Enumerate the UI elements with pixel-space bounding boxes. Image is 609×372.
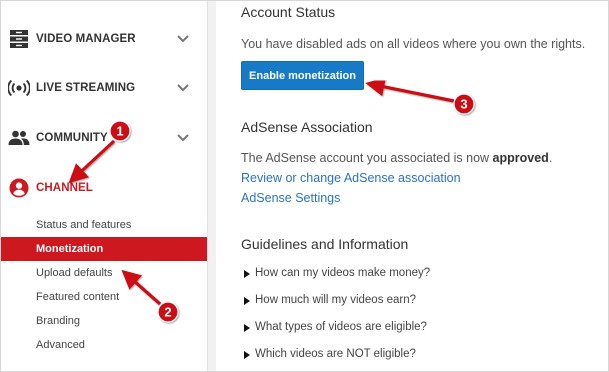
video-manager-icon xyxy=(8,28,30,50)
adsense-status-approved: approved xyxy=(492,151,549,165)
faq-item-label: What types of videos are eligible? xyxy=(255,321,427,333)
subnav-item-label: Monetization xyxy=(36,243,104,255)
guidelines-heading: Guidelines and Information xyxy=(241,236,409,252)
review-adsense-association-link[interactable]: Review or change AdSense association xyxy=(241,171,461,185)
adsense-status-suffix: . xyxy=(548,151,553,165)
account-status-heading: Account Status xyxy=(241,4,336,20)
subnav-item-label: Featured content xyxy=(36,291,120,303)
account-status-text: You have disabled ads on all videos wher… xyxy=(241,37,586,51)
subnav-item-label: Branding xyxy=(36,315,81,327)
channel-account-icon xyxy=(8,177,30,199)
subnav-item-advanced[interactable]: Advanced xyxy=(1,333,207,357)
expand-arrow-icon xyxy=(244,297,250,305)
community-icon xyxy=(8,127,30,149)
faq-item-label: Which videos are NOT eligible? xyxy=(255,348,416,360)
sidebar-item-live-streaming[interactable]: LIVE STREAMING xyxy=(1,68,207,108)
app-frame: VIDEO MANAGER LIVE STREAMING COMMUNITY C… xyxy=(0,0,609,372)
chevron-down-icon[interactable] xyxy=(176,133,190,143)
sidebar-item-label: CHANNEL xyxy=(36,182,93,194)
subnav-item-monetization[interactable]: Monetization xyxy=(1,237,207,261)
adsense-association-heading: AdSense Association xyxy=(241,119,373,135)
subnav-item-label: Status and features xyxy=(36,219,132,231)
sidebar-item-community[interactable]: COMMUNITY xyxy=(1,118,207,158)
sidebar-item-label: LIVE STREAMING xyxy=(36,82,136,94)
subnav-item-upload-defaults[interactable]: Upload defaults xyxy=(1,261,207,285)
faq-item-label: How can my videos make money? xyxy=(255,267,431,279)
expand-arrow-icon xyxy=(244,324,250,332)
sidebar-item-label: VIDEO MANAGER xyxy=(36,33,136,45)
expand-arrow-icon xyxy=(244,270,250,278)
sidebar-item-video-manager[interactable]: VIDEO MANAGER xyxy=(1,19,207,59)
faq-item-label: How much will my videos earn? xyxy=(255,294,417,306)
subnav-item-branding[interactable]: Branding xyxy=(1,309,207,333)
sidebar: VIDEO MANAGER LIVE STREAMING COMMUNITY C… xyxy=(1,1,208,371)
sidebar-item-label: COMMUNITY xyxy=(36,132,108,144)
subnav-item-status-and-features[interactable]: Status and features xyxy=(1,213,207,237)
subnav-item-label: Advanced xyxy=(36,339,85,351)
subnav-item-featured-content[interactable]: Featured content xyxy=(1,285,207,309)
sidebar-item-channel[interactable]: CHANNEL xyxy=(1,168,207,208)
subnav-item-label: Upload defaults xyxy=(36,267,113,279)
chevron-down-icon[interactable] xyxy=(176,83,190,93)
adsense-status-text: The AdSense account you associated is no… xyxy=(241,151,552,165)
live-streaming-icon xyxy=(8,77,30,99)
enable-monetization-button[interactable]: Enable monetization xyxy=(241,61,364,90)
main-content: Account Status You have disabled ads on … xyxy=(216,1,608,371)
adsense-settings-link[interactable]: AdSense Settings xyxy=(241,191,340,205)
adsense-status-prefix: The AdSense account you associated is no… xyxy=(241,151,493,165)
expand-arrow-icon xyxy=(244,351,250,359)
chevron-down-icon[interactable] xyxy=(176,34,190,44)
